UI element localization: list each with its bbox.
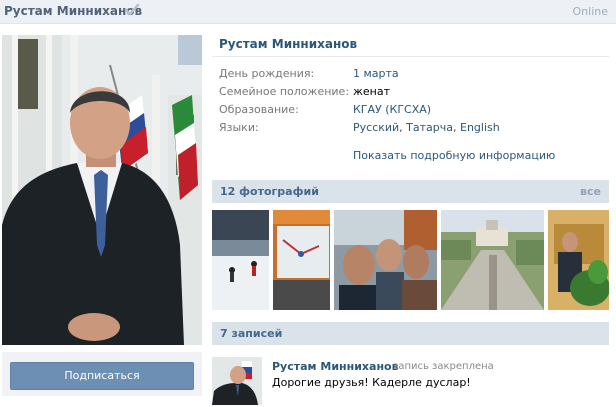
- info-row-birthday: День рождения: 1 марта: [219, 67, 609, 83]
- post-pinned-status: запись закреплена: [393, 361, 494, 372]
- photos-section-header[interactable]: 12 фотографий все: [212, 180, 609, 203]
- photo-thumb[interactable]: [273, 210, 330, 310]
- show-more-info-link[interactable]: Показать подробную информацию: [353, 149, 555, 162]
- info-row-family: Семейное положение: женат: [219, 85, 609, 101]
- photos-count-title[interactable]: 12 фотографий: [220, 185, 319, 198]
- profile-avatar[interactable]: [2, 35, 202, 345]
- top-bar: Рустам Минниханов Online: [0, 0, 616, 24]
- header-divider: [212, 56, 609, 57]
- subscribe-button[interactable]: Подписаться: [10, 362, 194, 390]
- posts-section-header[interactable]: 7 записей: [212, 322, 609, 345]
- online-status: Online: [572, 5, 608, 18]
- photos-all-link[interactable]: все: [580, 185, 601, 198]
- photo-thumb[interactable]: [212, 210, 269, 310]
- info-value: женат: [353, 85, 391, 98]
- photo-thumb[interactable]: [334, 210, 437, 310]
- info-value-link[interactable]: КГАУ (КГСХА): [353, 103, 431, 116]
- post-text: Дорогие друзья! Кадерле дуслар!: [272, 376, 471, 389]
- page-owner-name[interactable]: Рустам Минниханов: [4, 4, 142, 18]
- subscribe-box: Подписаться: [2, 352, 202, 396]
- photo-thumb[interactable]: [441, 210, 544, 310]
- info-value-link[interactable]: Русский, Татарча, English: [353, 121, 500, 134]
- info-label: Языки:: [219, 121, 259, 134]
- info-value-link[interactable]: 1 марта: [353, 67, 399, 80]
- verified-check-icon: [124, 3, 140, 16]
- post-author-avatar[interactable]: [212, 357, 262, 405]
- info-label: Семейное положение:: [219, 85, 350, 98]
- info-label: День рождения:: [219, 67, 315, 80]
- info-row-languages: Языки: Русский, Татарча, English: [219, 121, 609, 137]
- post-author-name[interactable]: Рустам Минниханов: [272, 360, 399, 373]
- info-label: Образование:: [219, 103, 299, 116]
- profile-name: Рустам Минниханов: [219, 37, 358, 51]
- posts-count-title[interactable]: 7 записей: [220, 327, 282, 340]
- info-row-education: Образование: КГАУ (КГСХА): [219, 103, 609, 119]
- photo-thumb[interactable]: [548, 210, 609, 310]
